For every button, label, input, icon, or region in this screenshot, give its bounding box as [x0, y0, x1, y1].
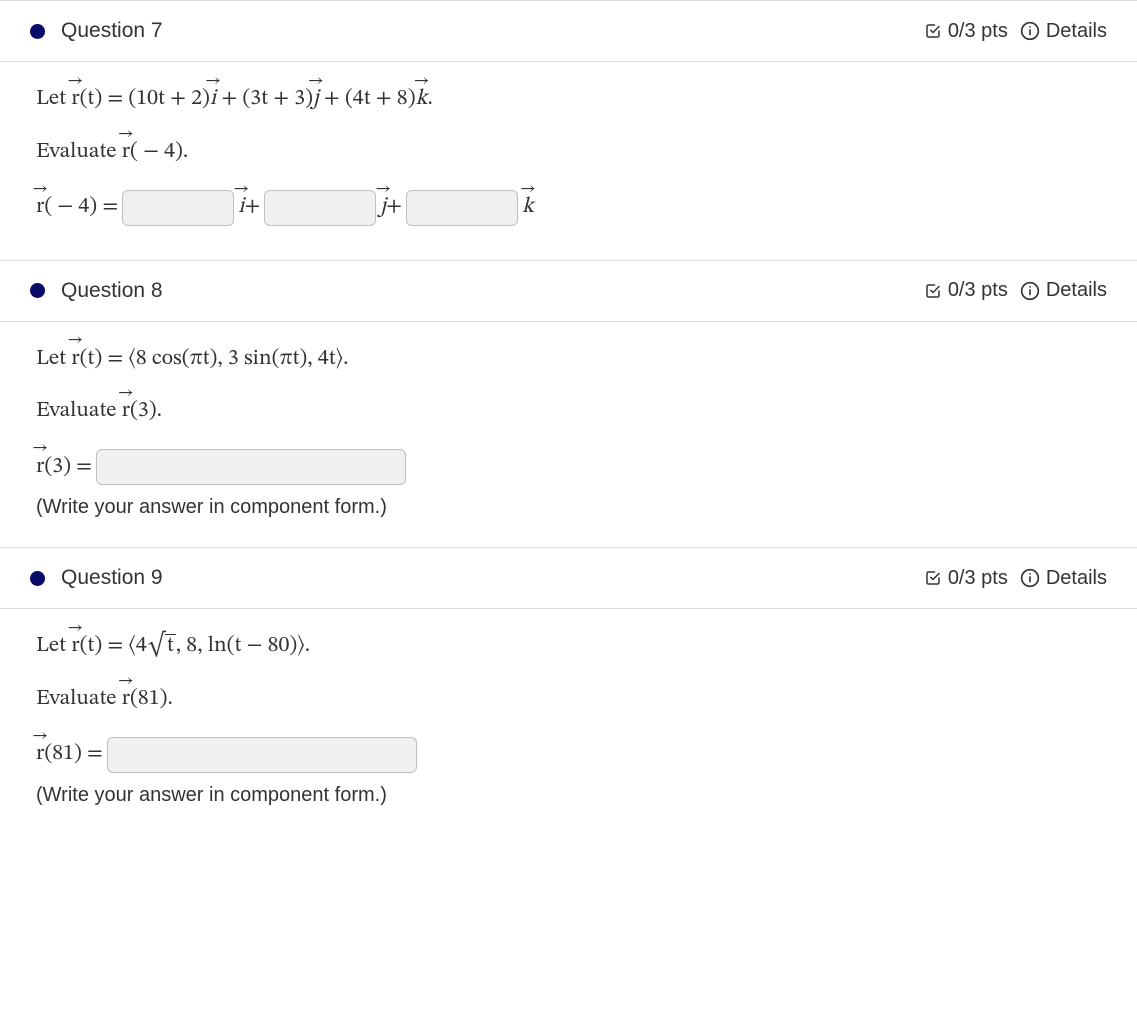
- question-title: Question 8: [61, 279, 163, 303]
- details-button[interactable]: Details: [1020, 20, 1107, 43]
- question-body: Let r(t) = ⟨8 cos(πt), 3 sin(πt), 4t⟩. E…: [0, 322, 1137, 548]
- question-title: Question 9: [61, 566, 163, 590]
- details-label: Details: [1046, 279, 1107, 302]
- question-body: Let r(t) = (10t + 2)i + (3t + 3)j + (4t …: [0, 62, 1137, 260]
- question-header: Question 8 0/3 pts Details: [0, 261, 1137, 322]
- score-group[interactable]: 0/3 pts: [924, 279, 1008, 302]
- status-dot-icon: [30, 571, 45, 586]
- problem-statement: Let r(t) = ⟨8 cos(πt), 3 sin(πt), 4t⟩.: [36, 344, 1101, 375]
- score-text: 0/3 pts: [948, 20, 1008, 43]
- info-icon: [1020, 281, 1040, 301]
- question-header: Question 9 0/3 pts Details: [0, 548, 1137, 609]
- info-icon: [1020, 21, 1040, 41]
- evaluate-prompt: Evaluate r(81).: [36, 684, 1101, 715]
- status-dot-icon: [30, 283, 45, 298]
- answer-note: (Write your answer in component form.): [36, 493, 1101, 521]
- answer-lhs: r(3) =: [36, 452, 92, 483]
- question-9: Question 9 0/3 pts Details Let r(t) = ⟨4…: [0, 547, 1137, 835]
- details-button[interactable]: Details: [1020, 567, 1107, 590]
- details-label: Details: [1046, 567, 1107, 590]
- checkbox-edit-icon: [924, 569, 942, 587]
- evaluate-prompt: Evaluate r( − 4).: [36, 137, 1101, 168]
- question-title: Question 7: [61, 19, 163, 43]
- answer-note: (Write your answer in component form.): [36, 781, 1101, 809]
- problem-statement: Let r(t) = ⟨4t, 8, ln(t − 80)⟩.: [36, 631, 1101, 662]
- score-group[interactable]: 0/3 pts: [924, 567, 1008, 590]
- answer-row: r( − 4) = i + j + k: [36, 190, 1101, 226]
- answer-input-i[interactable]: [122, 190, 234, 226]
- question-body: Let r(t) = ⟨4t, 8, ln(t − 80)⟩. Evaluate…: [0, 609, 1137, 835]
- answer-lhs: r(81) =: [36, 739, 103, 770]
- answer-input-j[interactable]: [264, 190, 376, 226]
- checkbox-edit-icon: [924, 282, 942, 300]
- details-button[interactable]: Details: [1020, 279, 1107, 302]
- checkbox-edit-icon: [924, 22, 942, 40]
- answer-input-k[interactable]: [406, 190, 518, 226]
- score-group[interactable]: 0/3 pts: [924, 20, 1008, 43]
- evaluate-prompt: Evaluate r(3).: [36, 396, 1101, 427]
- answer-lhs: r( − 4) =: [36, 192, 118, 223]
- answer-input[interactable]: [96, 449, 406, 485]
- answer-input[interactable]: [107, 737, 417, 773]
- question-8: Question 8 0/3 pts Details Let r(t) = ⟨8…: [0, 260, 1137, 548]
- status-dot-icon: [30, 24, 45, 39]
- answer-row: r(3) =: [36, 449, 1101, 485]
- question-header: Question 7 0/3 pts Details: [0, 1, 1137, 62]
- details-label: Details: [1046, 20, 1107, 43]
- question-7: Question 7 0/3 pts Details Let r(t) = (1…: [0, 0, 1137, 260]
- answer-row: r(81) =: [36, 737, 1101, 773]
- score-text: 0/3 pts: [948, 279, 1008, 302]
- info-icon: [1020, 568, 1040, 588]
- problem-statement: Let r(t) = (10t + 2)i + (3t + 3)j + (4t …: [36, 84, 1101, 115]
- score-text: 0/3 pts: [948, 567, 1008, 590]
